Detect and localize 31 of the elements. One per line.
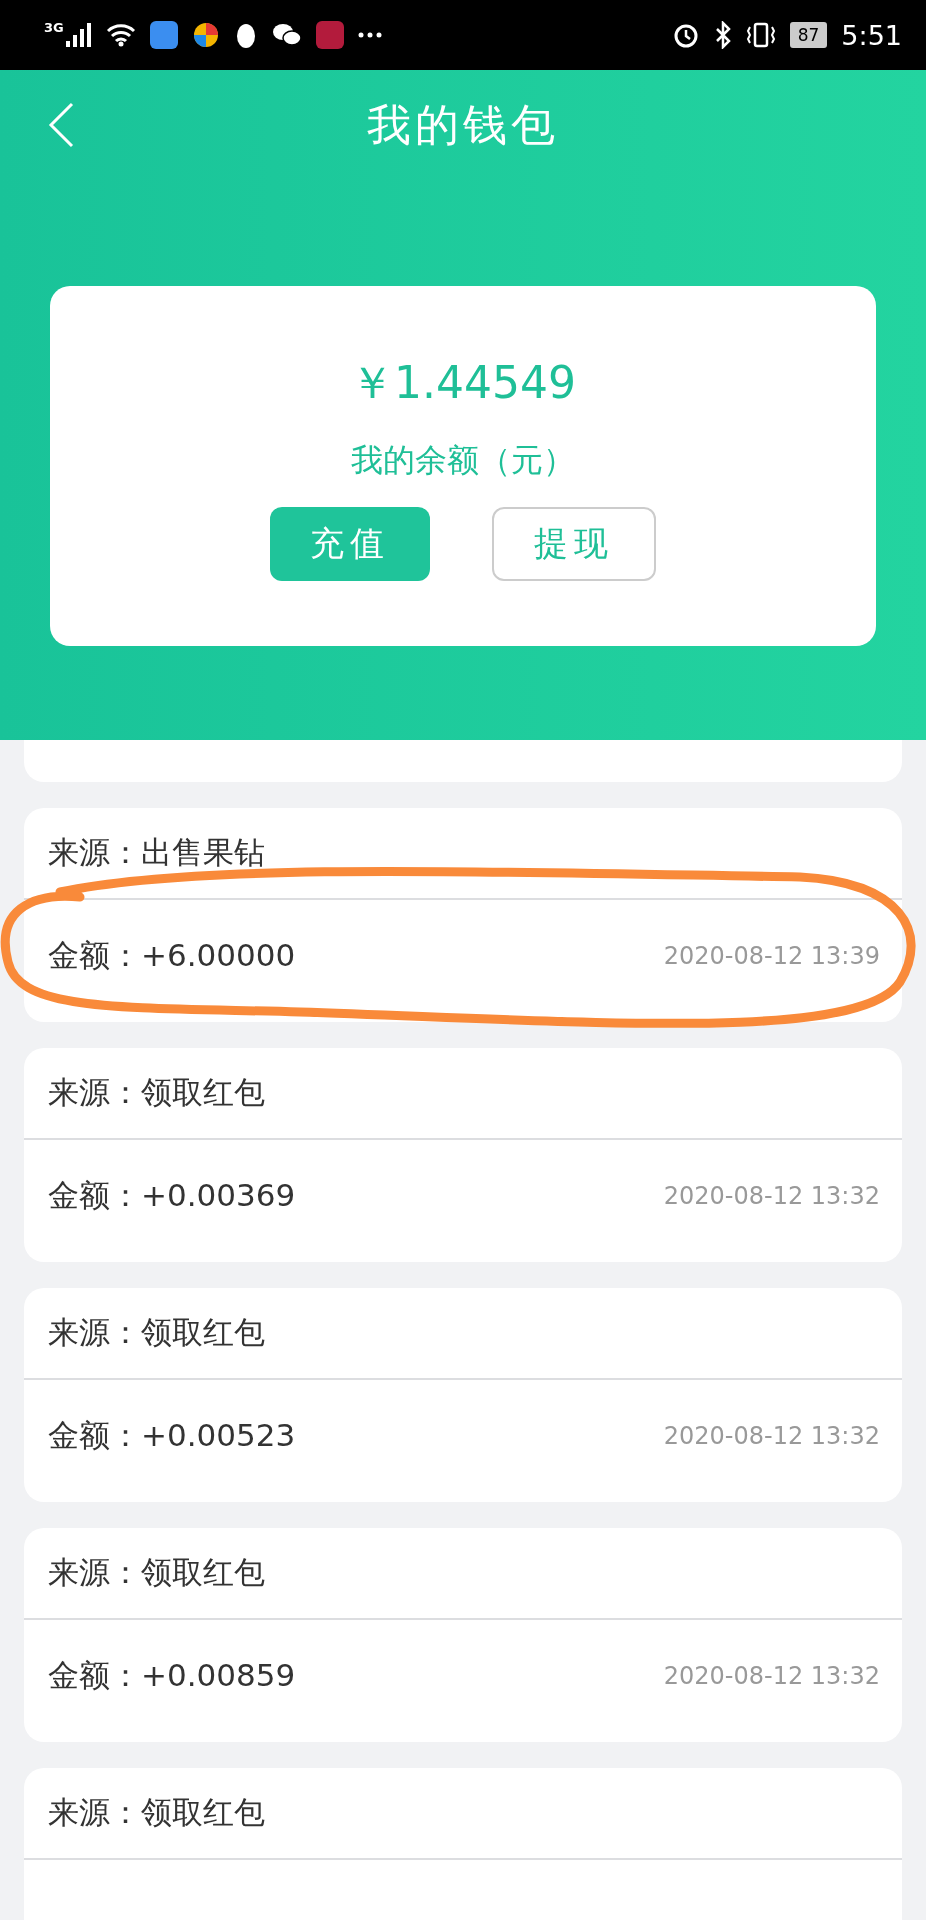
bluetooth-icon — [713, 21, 732, 49]
vibrate-icon — [745, 21, 776, 49]
withdraw-button[interactable]: 提现 — [492, 507, 656, 581]
page-title: 我的钱包 — [367, 97, 559, 152]
record-time: 2020-08-12 13:39 — [663, 942, 880, 970]
clock: 5:51 — [841, 19, 902, 51]
balance-label: 我的余额（元） — [351, 440, 575, 481]
record-source: 来源：领取红包 — [48, 1313, 265, 1352]
record-time: 2020-08-12 13:32 — [663, 1662, 880, 1690]
back-icon[interactable] — [48, 102, 74, 148]
record-amount: 金额：+0.00523 — [48, 1416, 296, 1455]
balance-amount: ￥1.44549 — [350, 356, 576, 410]
record-amount: 金额：+6.00000 — [48, 936, 296, 975]
record-source: 来源：领取红包 — [48, 1793, 265, 1832]
record-amount: 金额：+0.00369 — [48, 1176, 296, 1215]
record-source: 来源：领取红包 — [48, 1073, 265, 1112]
record-time: 2020-08-12 13:32 — [663, 1182, 880, 1210]
chat-icon — [271, 22, 302, 48]
signal-icon — [65, 23, 92, 47]
recharge-button[interactable]: 充值 — [270, 507, 430, 581]
battery-level: 87 — [789, 22, 828, 48]
app-icon — [315, 21, 344, 49]
app-icon — [149, 21, 178, 49]
more-icon — [357, 32, 382, 38]
record-amount: 金额：+0.00859 — [48, 1656, 296, 1695]
record-source: 来源：出售果钻 — [48, 833, 265, 872]
network-type: 3G — [44, 20, 64, 35]
record-source: 来源：领取红包 — [48, 1553, 265, 1592]
record-time: 2020-08-12 13:32 — [663, 1422, 880, 1450]
app-icon — [191, 21, 220, 49]
wifi-icon — [105, 23, 136, 47]
